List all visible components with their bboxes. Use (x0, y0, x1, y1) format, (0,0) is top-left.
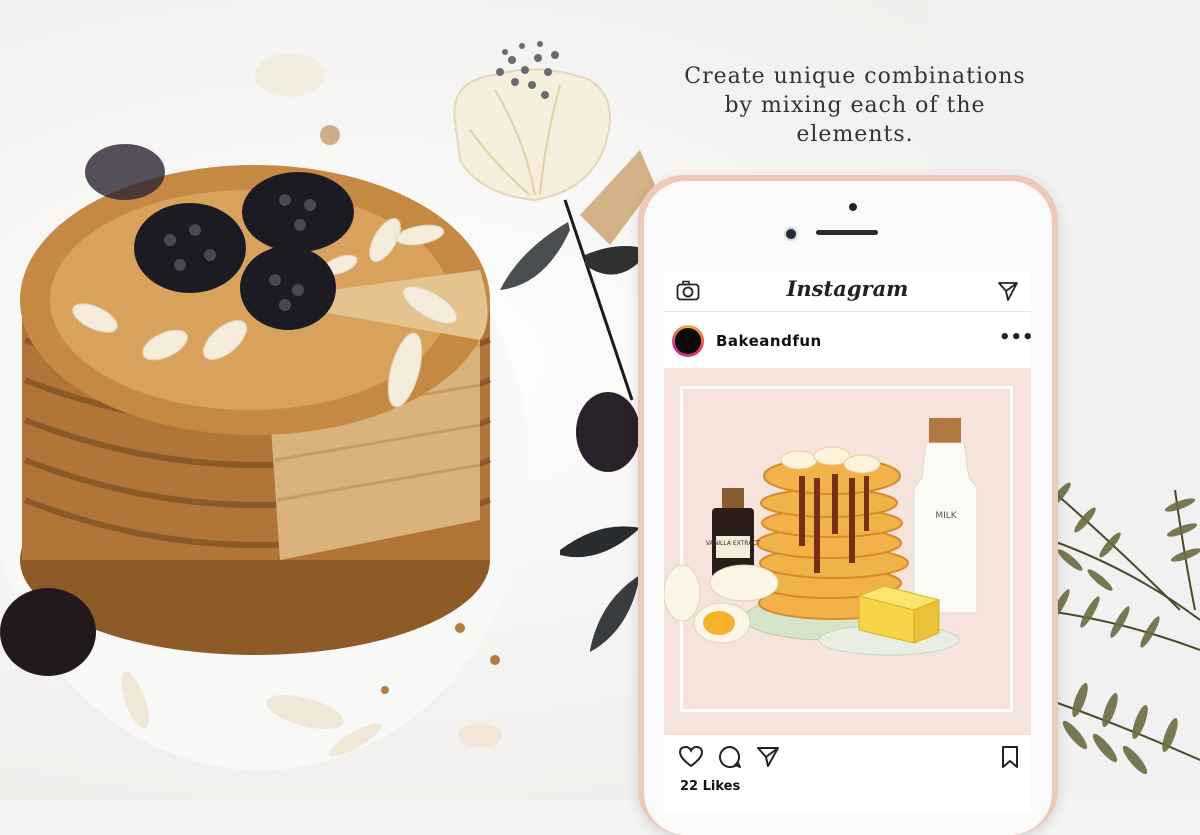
share-icon[interactable] (756, 745, 780, 773)
phone-body: Instagram Bakeandfun ••• VANILLA EXTRACT… (644, 181, 1052, 835)
breakfast-illustration: VANILLA EXTRACT MILK (664, 418, 978, 656)
phone-mockup: Instagram Bakeandfun ••• VANILLA EXTRACT… (638, 175, 1058, 835)
post-username[interactable]: Bakeandfun (716, 332, 822, 350)
post-actions (664, 741, 1031, 777)
headline-line-2: by mixing each of the (724, 93, 986, 118)
comment-icon[interactable] (718, 745, 742, 773)
instagram-logo: Instagram (786, 276, 909, 301)
pancake-stack (20, 165, 492, 655)
milk-label: MILK (935, 511, 957, 521)
earpiece-speaker (816, 230, 878, 235)
headline-line-1: Create unique combinations (684, 64, 1026, 89)
blackberry (0, 588, 96, 676)
more-options-icon[interactable]: ••• (999, 327, 1031, 348)
heart-icon[interactable] (678, 745, 704, 773)
headline: Create unique combinations by mixing eac… (660, 62, 1050, 149)
instagram-top-bar: Instagram (664, 271, 1031, 312)
front-camera (784, 227, 798, 241)
bookmark-icon[interactable] (1000, 745, 1020, 773)
post-header: Bakeandfun ••• (664, 313, 1031, 368)
likes-count[interactable]: 22 Likes (680, 779, 740, 794)
vanilla-label: VANILLA EXTRACT (706, 540, 760, 547)
post-image[interactable]: VANILLA EXTRACT MILK (664, 368, 1031, 735)
phone-screen: Instagram Bakeandfun ••• VANILLA EXTRACT… (664, 271, 1031, 811)
headline-line-3: elements. (796, 122, 914, 147)
avatar[interactable] (672, 325, 704, 357)
send-icon[interactable] (997, 280, 1019, 306)
proximity-sensor (849, 203, 857, 211)
